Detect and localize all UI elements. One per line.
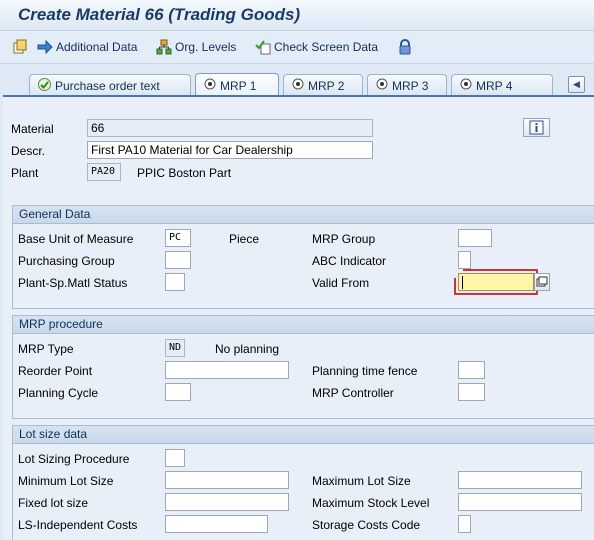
org-levels-icon <box>156 39 172 55</box>
info-icon <box>529 120 544 135</box>
plant-status-label: Plant-Sp.Matl Status <box>18 276 128 290</box>
material-label: Material <box>11 122 54 136</box>
purchasing-group-label: Purchasing Group <box>18 254 115 268</box>
calendar-icon <box>536 276 548 287</box>
tab-mrp-4[interactable]: MRP 4 <box>451 74 553 96</box>
tab-mrp-1[interactable]: MRP 1 <box>195 73 279 97</box>
reorder-point-field[interactable] <box>165 361 289 379</box>
material-field[interactable]: 66 <box>87 119 373 137</box>
mrp-group-label: MRP Group <box>312 232 376 246</box>
lock-icon <box>399 39 411 55</box>
mrp-controller-label: MRP Controller <box>312 386 394 400</box>
org-levels-button[interactable]: Org. Levels <box>156 39 236 55</box>
plant-status-field[interactable] <box>165 273 185 291</box>
tab-mrp-3[interactable]: MRP 3 <box>367 74 447 96</box>
planning-cycle-field[interactable] <box>165 383 191 401</box>
radio-icon <box>376 78 388 93</box>
radio-icon <box>204 78 216 93</box>
base-uom-label: Base Unit of Measure <box>18 232 134 246</box>
fixed-lot-field[interactable] <box>165 493 289 511</box>
tab-mrp-2[interactable]: MRP 2 <box>283 74 363 96</box>
lot-sizing-field[interactable] <box>165 449 185 467</box>
valid-from-label: Valid From <box>312 276 370 290</box>
check-data-icon <box>255 40 271 55</box>
tab-label: MRP 4 <box>476 78 513 93</box>
check-screen-data-button[interactable]: Check Screen Data <box>255 39 378 55</box>
ls-costs-field[interactable] <box>165 515 268 533</box>
lot-size-data-group: Lot size data Lot Sizing Procedure Minim… <box>12 425 594 540</box>
purchasing-group-field[interactable] <box>165 251 191 269</box>
plant-description: PPIC Boston Part <box>137 166 232 180</box>
tab-label: Purchase order text <box>55 78 160 93</box>
org-levels-label: Org. Levels <box>175 40 237 54</box>
additional-data-label: Additional Data <box>56 40 138 54</box>
plant-field[interactable]: PA20 <box>87 163 121 181</box>
tab-strip: Purchase order text MRP 1 MRP 2 MRP 3 MR… <box>0 68 594 97</box>
lock-button[interactable] <box>397 39 416 55</box>
mrp-procedure-group: MRP procedure MRP Type ND No planning Re… <box>12 315 594 419</box>
max-lot-field[interactable] <box>458 471 582 489</box>
abc-indicator-field[interactable] <box>458 251 471 269</box>
radio-icon <box>292 78 304 93</box>
lot-sizing-label: Lot Sizing Procedure <box>18 452 130 466</box>
descr-label: Descr. <box>11 144 46 158</box>
planning-time-fence-field[interactable] <box>458 361 485 379</box>
general-data-group: General Data Base Unit of Measure PC Pie… <box>12 205 594 309</box>
description-field[interactable]: First PA10 Material for Car Dealership <box>87 141 373 159</box>
reorder-point-label: Reorder Point <box>18 364 93 378</box>
check-icon <box>38 77 51 94</box>
new-entries-button[interactable] <box>12 39 31 55</box>
base-uom-text: Piece <box>229 232 260 246</box>
tab-label: MRP 2 <box>308 78 345 93</box>
storage-costs-field[interactable] <box>458 515 471 533</box>
tab-purchase-order-text[interactable]: Purchase order text <box>29 74 191 96</box>
ls-costs-label: LS-Independent Costs <box>18 518 138 532</box>
group-title: General Data <box>13 206 594 224</box>
min-lot-label: Minimum Lot Size <box>18 474 114 488</box>
abc-indicator-label: ABC Indicator <box>312 254 387 268</box>
max-lot-label: Maximum Lot Size <box>312 474 411 488</box>
group-title: MRP procedure <box>13 316 594 334</box>
window-title: Create Material 66 (Trading Goods) <box>18 5 301 24</box>
arrow-right-icon <box>37 39 53 55</box>
tab-label: MRP 1 <box>220 78 257 93</box>
additional-data-button[interactable]: Additional Data <box>37 39 137 55</box>
max-stock-field[interactable] <box>458 493 582 511</box>
fixed-lot-label: Fixed lot size <box>18 496 89 510</box>
min-lot-field[interactable] <box>165 471 289 489</box>
mrp-type-text: No planning <box>215 342 280 356</box>
mrp-type-field[interactable]: ND <box>165 339 185 357</box>
scroll-tabs-left-icon[interactable]: ◀ <box>568 76 585 93</box>
mrp-type-label: MRP Type <box>18 342 74 356</box>
tab-label: MRP 3 <box>392 78 429 93</box>
date-picker-button[interactable] <box>534 273 550 291</box>
focus-bracket <box>454 269 538 295</box>
check-screen-data-label: Check Screen Data <box>274 40 379 54</box>
application-toolbar: Additional Data Org. Levels Check Screen… <box>0 31 594 64</box>
create-icon <box>13 39 27 54</box>
title-bar: Create Material 66 (Trading Goods) <box>0 0 594 31</box>
mrp-group-field[interactable] <box>458 229 492 247</box>
mrp1-content-panel: Material 66 Descr. First PA10 Material f… <box>3 95 594 540</box>
planning-cycle-label: Planning Cycle <box>18 386 99 400</box>
plant-label: Plant <box>11 166 39 180</box>
radio-icon <box>460 78 472 93</box>
mrp-controller-field[interactable] <box>458 383 485 401</box>
group-title: Lot size data <box>13 426 594 444</box>
info-button[interactable] <box>523 118 550 137</box>
base-uom-field[interactable]: PC <box>165 229 191 247</box>
planning-time-fence-label: Planning time fence <box>312 364 418 378</box>
max-stock-label: Maximum Stock Level <box>312 496 430 510</box>
storage-costs-label: Storage Costs Code <box>312 518 421 532</box>
